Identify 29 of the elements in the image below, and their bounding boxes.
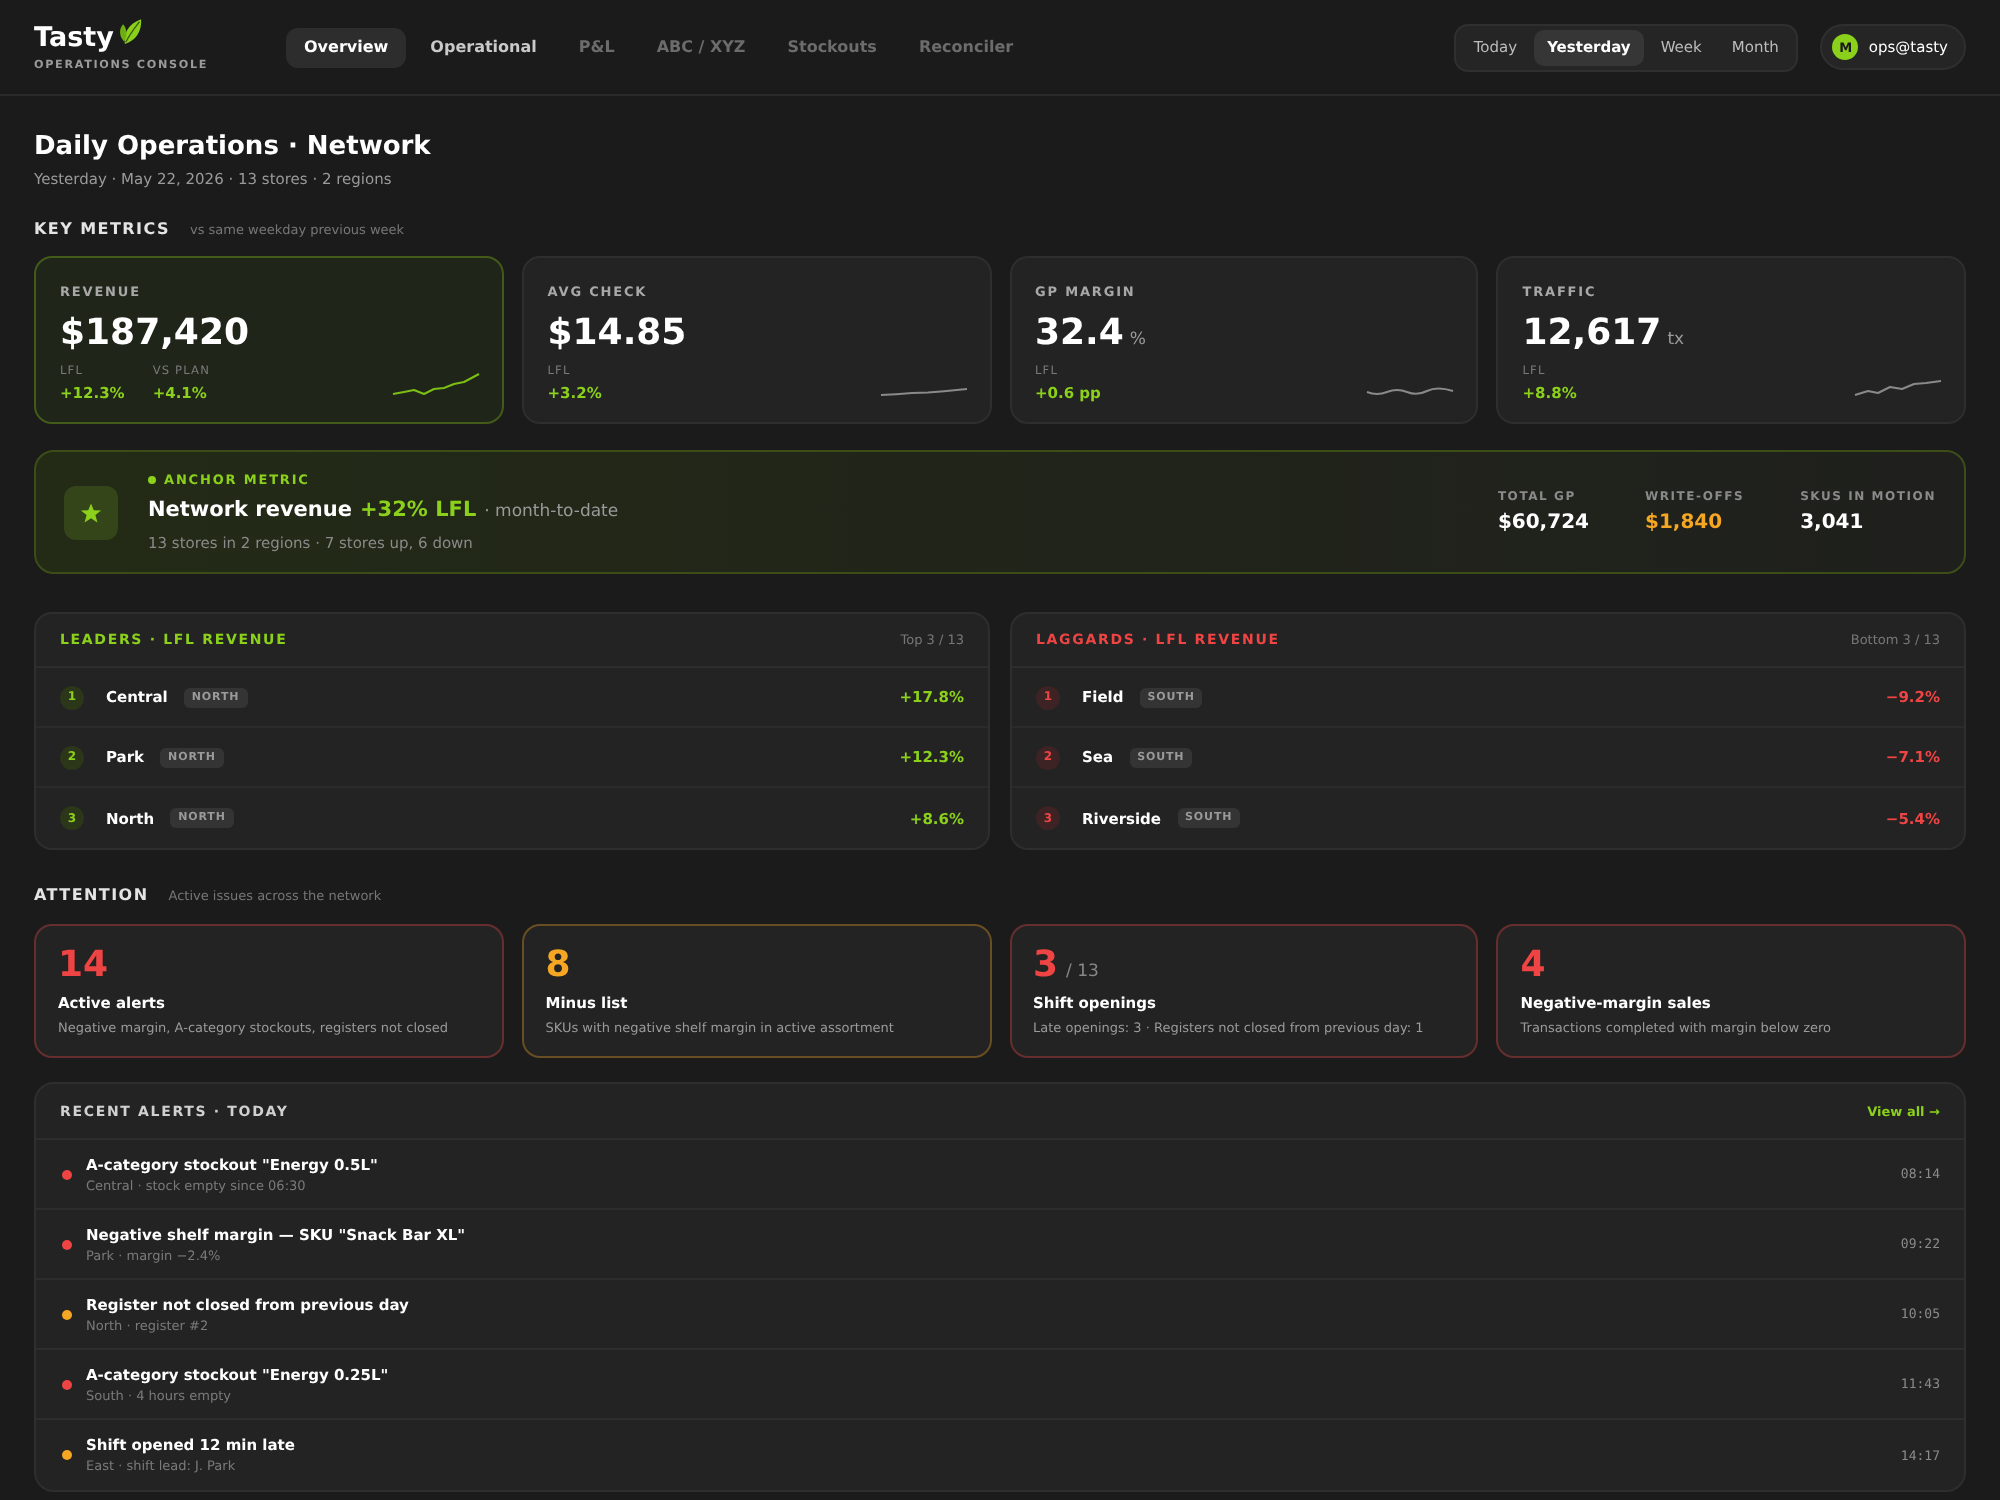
issue-count: 8 bbox=[545, 944, 571, 986]
logo-wordmark: Tasty bbox=[34, 22, 114, 54]
stat-value: $60,724 bbox=[1497, 510, 1589, 536]
anchor-title: Network revenue bbox=[148, 496, 352, 526]
stat-value: 3,041 bbox=[1800, 510, 1864, 536]
sparkline bbox=[879, 388, 967, 396]
dot-icon bbox=[148, 476, 156, 484]
metric-value: $14.85 bbox=[547, 312, 687, 356]
issue-count: 4 bbox=[1520, 944, 1546, 986]
issue-count: 14 bbox=[58, 944, 109, 986]
anchor-period: · month-to-date bbox=[484, 500, 619, 526]
metric-value: 12,617 bbox=[1522, 312, 1662, 356]
anchor-delta: +32% LFL bbox=[360, 496, 477, 526]
sparkline bbox=[1366, 388, 1455, 396]
issue-count: 3 bbox=[1033, 944, 1059, 986]
metric-value: $187,420 bbox=[60, 312, 250, 356]
issue-total: / 13 bbox=[1066, 962, 1099, 982]
nav-tab[interactable]: Overview bbox=[286, 27, 407, 67]
section-title: ATTENTION bbox=[34, 884, 149, 908]
section-title: KEY METRICS bbox=[34, 218, 170, 242]
sparkline bbox=[1854, 380, 1942, 396]
stat-value: $1,840 bbox=[1644, 510, 1723, 536]
leaf-icon bbox=[117, 18, 142, 46]
page-title: Daily Operations · Network bbox=[34, 130, 433, 166]
metric-unit: tx bbox=[1667, 330, 1685, 350]
metric-value: 32.4 bbox=[1035, 312, 1124, 356]
nav-tab[interactable]: Operational bbox=[412, 27, 555, 67]
metric-unit: % bbox=[1129, 330, 1146, 350]
sparkline bbox=[391, 372, 480, 396]
